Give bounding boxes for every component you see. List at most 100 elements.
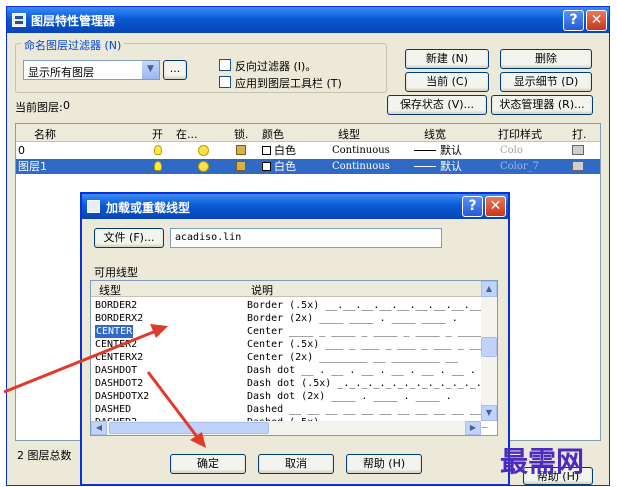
hscroll-thumb[interactable] [109, 422, 269, 434]
delete-button[interactable]: 删除 [500, 49, 592, 69]
main-title: 图层特性管理器 [31, 14, 116, 28]
sun-icon[interactable] [198, 161, 209, 172]
lock-icon[interactable] [236, 161, 246, 171]
linetype-desc: Border (.5x) __.__.__.__.__.__.__.__.__. [247, 300, 488, 311]
layer-list-header: 名称 开 在... 锁. 颜色 线型 线宽 打印样式 打. [16, 124, 600, 142]
col-linetype-name[interactable]: 线型 [99, 282, 121, 298]
linetype-desc: Border (2x) ____ ____ . ____ ____ . [247, 313, 458, 324]
linetype-name: DASHDOTX2 [95, 391, 150, 402]
col-lineweight[interactable]: 线宽 [424, 126, 446, 142]
col-linetype[interactable]: 线型 [338, 126, 360, 142]
list-item-selected[interactable]: CENTER Center ____ _ ____ _ ____ _ ____ _… [91, 325, 482, 338]
dialog-close-button[interactable]: ✕ [485, 196, 506, 217]
col-freeze[interactable]: 在... [176, 126, 198, 142]
layer-linetype[interactable]: Continuous [332, 143, 390, 158]
sun-icon[interactable] [198, 145, 209, 156]
layer-color: 白色 [274, 144, 296, 157]
close-title-button[interactable]: ✕ [586, 10, 607, 31]
scroll-left-icon[interactable]: ◀ [91, 421, 107, 435]
linetype-desc: Center (2x) ________ __ ________ __ [247, 352, 458, 363]
list-item[interactable]: BORDERX2 Border (2x) ____ ____ . ____ ___… [91, 312, 481, 325]
scroll-down-icon[interactable]: ▼ [481, 405, 497, 421]
col-name[interactable]: 名称 [34, 126, 56, 142]
list-item[interactable]: DASHDOT Dash dot __ . __ . __ . __ . __ .… [91, 364, 481, 377]
file-name-value: acadiso.lin [175, 232, 242, 243]
linetype-list-header: 线型 说明 [91, 281, 481, 297]
lineweight-line [414, 166, 436, 167]
dialog-help-title-button[interactable]: ? [462, 196, 483, 217]
horizontal-scrollbar[interactable]: ◀ ▶ [91, 421, 481, 435]
new-button[interactable]: 新建 (N) [405, 49, 489, 69]
filter-select[interactable]: 显示所有图层 ▼ [23, 60, 160, 80]
dialog-help-button[interactable]: 帮助 (H) [346, 454, 422, 474]
save-state-button[interactable]: 保存状态 (V)... [387, 95, 487, 115]
ok-button[interactable]: 确定 [170, 454, 246, 474]
printer-icon[interactable] [572, 145, 584, 155]
details-button[interactable]: 显示细节 (D) [500, 72, 592, 92]
lineweight-line [414, 150, 436, 151]
current-button[interactable]: 当前 (C) [405, 72, 489, 92]
scroll-up-icon[interactable]: ▲ [481, 281, 497, 297]
main-titlebar: 图层特性管理器 ? ✕ [7, 7, 609, 33]
file-button[interactable]: 文件 (F)... [94, 228, 164, 248]
scroll-right-icon[interactable]: ▶ [465, 421, 481, 435]
col-on[interactable]: 开 [152, 126, 163, 142]
layer-lineweight[interactable]: 默认 [440, 143, 462, 158]
linetype-list[interactable]: 线型 说明 BORDER2 Border (.5x) __.__.__.__.__… [90, 280, 498, 436]
col-color[interactable]: 颜色 [262, 126, 284, 142]
chevron-down-icon[interactable]: ▼ [142, 61, 159, 79]
file-name-field[interactable]: acadiso.lin [170, 228, 442, 248]
list-item[interactable]: DASHDOTX2 Dash dot (2x) ____ . ____ . ___… [91, 390, 481, 403]
col-plot[interactable]: 打. [572, 126, 587, 142]
linetype-desc: Dash dot (.5x) _._._._._._._._._._._._. [247, 378, 482, 389]
col-description[interactable]: 说明 [251, 282, 273, 298]
vertical-scrollbar[interactable]: ▲ ▼ [481, 281, 497, 421]
list-item[interactable]: DASHDOT2 Dash dot (.5x) _._._._._._._._._… [91, 377, 482, 390]
layer-name: 图层1 [18, 160, 47, 173]
linetype-name: CENTER [95, 325, 134, 338]
color-swatch[interactable] [262, 162, 271, 171]
layer-plotstyle: Color_7 [500, 161, 540, 172]
state-manager-button[interactable]: 状态管理器 (R)... [491, 95, 593, 115]
layer-row[interactable]: 0 白色 Continuous 默认 Colo [16, 143, 600, 158]
linetype-desc: Dashed __ __ __ __ __ __ __ __ __ __ __ [247, 404, 482, 415]
layer-row-selected[interactable]: 图层1 白色 Continuous 默认 Color_7 [16, 159, 600, 174]
col-plotstyle[interactable]: 打印样式 [498, 126, 542, 142]
col-lock[interactable]: 锁. [234, 126, 249, 142]
filter-group-label: 命名图层过滤器 (N) [21, 37, 125, 53]
apply-toolbar-label: 应用到图层工具栏 (T) [235, 77, 342, 90]
cancel-button[interactable]: 取消 [258, 454, 334, 474]
watermark: 最需网 [500, 445, 585, 478]
linetype-desc: Center (.5x) ___ _ ___ _ ___ _ ___ _ ___ [247, 339, 488, 350]
lightbulb-icon[interactable] [154, 161, 162, 171]
printer-icon[interactable] [572, 161, 584, 171]
list-item[interactable]: BORDER2 Border (.5x) __.__.__.__.__.__.__… [91, 299, 488, 312]
list-item[interactable]: CENTER2 Center (.5x) ___ _ ___ _ ___ _ __… [91, 338, 488, 351]
layer-linetype[interactable]: Continuous [332, 159, 390, 174]
current-layer-value: 0 [63, 99, 70, 112]
linetype-name: BORDERX2 [95, 313, 144, 324]
filter-more-button[interactable]: ... [163, 60, 187, 80]
apply-toolbar-checkbox[interactable] [219, 76, 231, 88]
invert-filter-checkbox[interactable] [219, 59, 231, 71]
linetype-name: CENTER2 [95, 339, 138, 350]
layer-plotstyle: Colo [500, 145, 523, 156]
color-swatch[interactable] [262, 146, 271, 155]
dialog-titlebar: 加载或重载线型 ? ✕ [82, 194, 508, 219]
linetype-desc: Center ____ _ ____ _ ____ _ ____ _ ____ [247, 326, 482, 337]
dialog-title: 加载或重载线型 [106, 201, 191, 215]
linetype-dialog: 加载或重载线型 ? ✕ 文件 (F)... acadiso.lin 可用线型 线… [80, 192, 510, 486]
list-item[interactable]: CENTERX2 Center (2x) ________ __ ________… [91, 351, 481, 364]
lightbulb-icon[interactable] [154, 145, 162, 155]
total-layers-label: 2 图层总数 [17, 449, 72, 462]
linetype-name: DASHDOT [95, 365, 138, 376]
list-item[interactable]: DASHED Dashed __ __ __ __ __ __ __ __ __ … [91, 403, 482, 416]
scroll-thumb[interactable] [481, 337, 497, 357]
help-title-button[interactable]: ? [563, 10, 584, 31]
linetype-name: DASHED [95, 404, 132, 415]
linetype-name: BORDER2 [95, 300, 138, 311]
layer-lineweight[interactable]: 默认 [440, 159, 462, 174]
available-linetypes-label: 可用线型 [94, 266, 138, 279]
invert-filter-label: 反向过滤器 (I)。 [235, 60, 317, 73]
lock-icon[interactable] [236, 145, 246, 155]
